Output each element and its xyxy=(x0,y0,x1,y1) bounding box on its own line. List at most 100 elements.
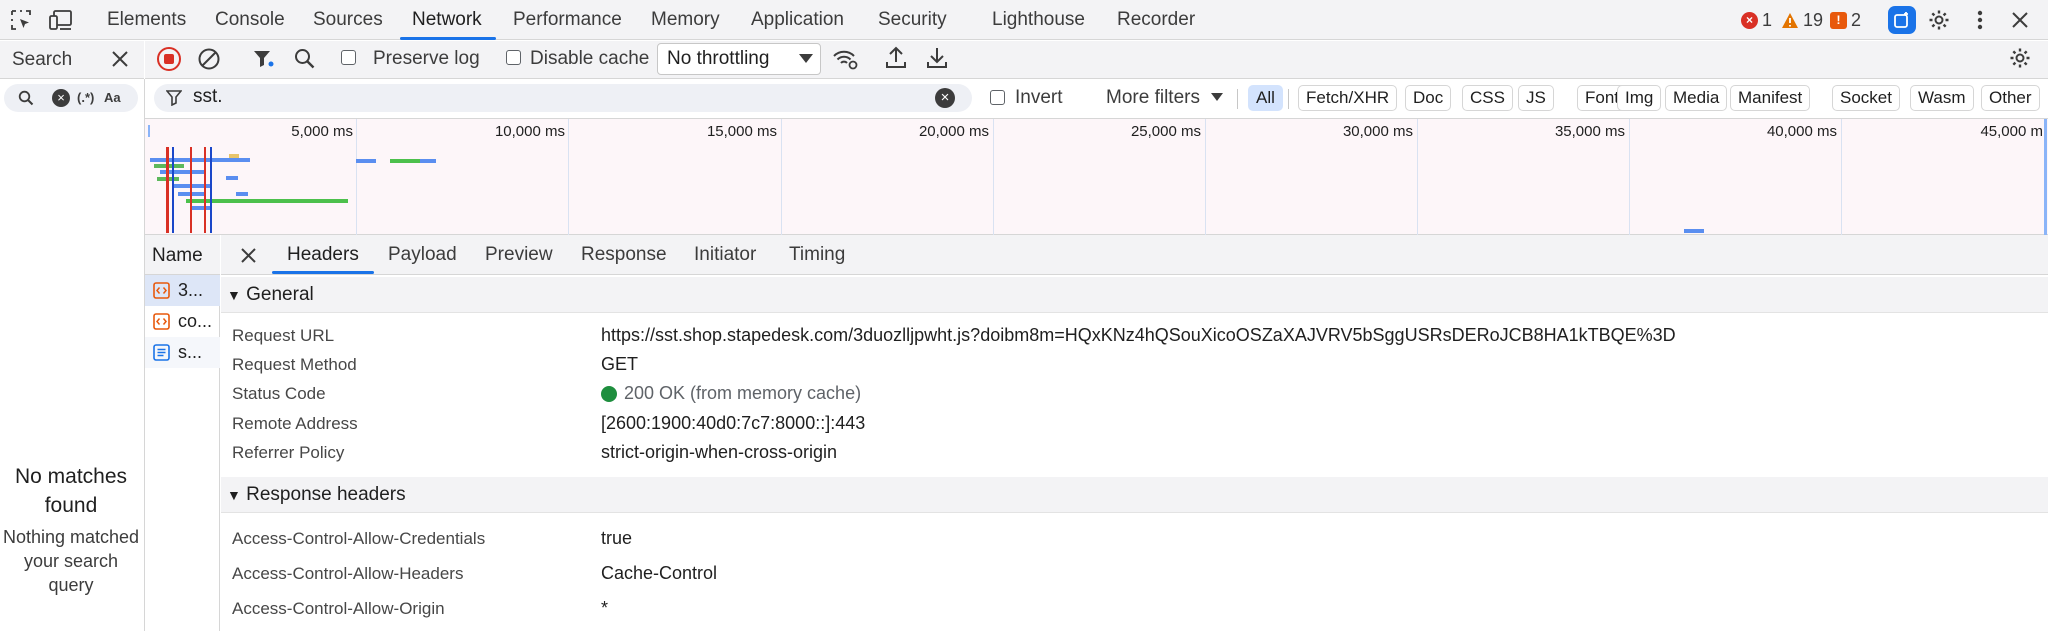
overview-bar xyxy=(192,206,210,210)
request-url-value[interactable]: https://sst.shop.stapedesk.com/3duozlljp… xyxy=(601,325,1676,346)
filter-value: sst. xyxy=(193,86,223,107)
device-toolbar-icon[interactable] xyxy=(47,6,75,34)
header-value[interactable]: true xyxy=(601,528,632,549)
referrer-policy-value[interactable]: strict-origin-when-cross-origin xyxy=(601,442,837,463)
tab-response[interactable]: Response xyxy=(581,235,667,275)
type-filter-img[interactable]: Img xyxy=(1617,85,1662,111)
type-filter-manifest[interactable]: Manifest xyxy=(1730,85,1811,111)
inspect-element-icon[interactable] xyxy=(7,6,35,34)
import-har-icon[interactable] xyxy=(885,46,907,70)
overview-bar xyxy=(150,158,250,162)
type-filter-doc[interactable]: Doc xyxy=(1405,85,1452,111)
tab-sources[interactable]: Sources xyxy=(313,0,383,40)
dom-content-loaded-marker xyxy=(172,147,174,233)
overview-bar xyxy=(178,192,206,196)
header-value[interactable]: * xyxy=(601,598,608,619)
search-network-icon[interactable] xyxy=(293,47,317,71)
tab-recorder[interactable]: Recorder xyxy=(1117,0,1195,40)
warnings-badge[interactable]: 19 xyxy=(1781,8,1823,32)
close-details-icon[interactable] xyxy=(240,247,257,264)
time-tick: 5,000 ms xyxy=(291,123,353,140)
grid-line xyxy=(781,119,782,235)
tab-headers[interactable]: Headers xyxy=(287,235,359,275)
tab-security[interactable]: Security xyxy=(878,0,947,40)
invert-label: Invert xyxy=(1015,87,1063,108)
more-filters-dropdown[interactable]: More filters xyxy=(1106,87,1200,109)
type-filter-wasm[interactable]: Wasm xyxy=(1910,85,1974,111)
tab-lighthouse[interactable]: Lighthouse xyxy=(992,0,1085,40)
grid-line xyxy=(1417,119,1418,235)
overview-bar xyxy=(226,176,238,180)
selection-handle-left[interactable] xyxy=(148,125,150,137)
script-icon xyxy=(153,282,170,299)
grid-line xyxy=(993,119,994,235)
tab-payload[interactable]: Payload xyxy=(388,235,457,275)
stop-recording-icon[interactable] xyxy=(157,47,181,71)
type-filter-socket[interactable]: Socket xyxy=(1832,85,1900,111)
chevron-down-icon xyxy=(799,54,813,63)
issues-badge[interactable]: ! 2 xyxy=(1830,8,1861,32)
overview-bar xyxy=(154,164,184,168)
time-tick: 25,000 ms xyxy=(1130,123,1201,140)
tab-preview[interactable]: Preview xyxy=(485,235,553,275)
clear-filter-icon[interactable]: × xyxy=(935,88,955,108)
match-case-toggle[interactable]: Aa xyxy=(104,90,121,105)
invert-checkbox[interactable] xyxy=(990,90,1005,105)
status-code-value[interactable]: 200 OK (from memory cache) xyxy=(624,383,861,404)
divider xyxy=(1288,89,1289,109)
settings-gear-icon[interactable] xyxy=(1925,6,1953,34)
type-filter-fetch-xhr[interactable]: Fetch/XHR xyxy=(1298,85,1398,111)
load-event-marker xyxy=(190,147,192,233)
tab-application[interactable]: Application xyxy=(751,0,844,40)
divider xyxy=(1237,89,1238,109)
network-conditions-icon[interactable] xyxy=(832,47,858,71)
type-filter-all[interactable]: All xyxy=(1248,85,1283,111)
request-row[interactable]: co... xyxy=(145,306,220,337)
ai-assistance-icon[interactable] xyxy=(1888,6,1916,34)
disable-cache-checkbox[interactable] xyxy=(506,50,521,65)
type-filter-css[interactable]: CSS xyxy=(1462,85,1513,111)
clear-search-icon[interactable]: × xyxy=(52,89,70,107)
type-filter-js[interactable]: JS xyxy=(1518,85,1554,111)
name-column-header[interactable]: Name xyxy=(152,245,203,267)
tab-initiator[interactable]: Initiator xyxy=(694,235,756,275)
network-settings-icon[interactable] xyxy=(2008,46,2032,70)
tab-timing[interactable]: Timing xyxy=(789,235,845,275)
header-key: Request Method xyxy=(232,355,357,374)
tab-elements[interactable]: Elements xyxy=(107,0,186,40)
preserve-log-checkbox[interactable] xyxy=(341,50,356,65)
type-filter-other[interactable]: Other xyxy=(1981,85,2040,111)
tab-network[interactable]: Network xyxy=(412,0,482,40)
type-filter-media[interactable]: Media xyxy=(1665,85,1728,111)
tab-performance[interactable]: Performance xyxy=(513,0,622,40)
general-section-title: General xyxy=(246,284,314,305)
errors-badge[interactable]: × 1 xyxy=(1741,8,1772,32)
search-icon xyxy=(18,90,34,106)
general-section-header[interactable]: ▼ General xyxy=(221,277,2048,313)
more-filters-chevron-icon xyxy=(1211,93,1223,101)
export-har-icon[interactable] xyxy=(926,46,948,70)
request-row[interactable]: s... xyxy=(145,337,220,368)
filter-toggle-icon[interactable] xyxy=(252,47,276,71)
filter-input[interactable] xyxy=(154,84,972,112)
search-panel-title: Search xyxy=(12,49,73,70)
clear-log-icon[interactable] xyxy=(197,47,221,71)
grid-line xyxy=(356,119,357,235)
response-headers-section-header[interactable]: ▼ Response headers xyxy=(221,477,2048,513)
request-row[interactable]: 3... xyxy=(145,275,220,306)
grid-line xyxy=(1629,119,1630,235)
time-tick: 15,000 ms xyxy=(706,123,777,140)
preserve-log-label: Preserve log xyxy=(373,48,480,69)
selection-handle-right[interactable] xyxy=(2044,119,2047,235)
warning-icon xyxy=(1781,12,1799,29)
header-value[interactable]: Cache-Control xyxy=(601,563,717,584)
close-devtools-icon[interactable] xyxy=(2006,6,2034,34)
tab-memory[interactable]: Memory xyxy=(651,0,720,40)
remote-address-value[interactable]: [2600:1900:40d0:7c7:8000::]:443 xyxy=(601,413,865,434)
request-method-value[interactable]: GET xyxy=(601,354,638,375)
close-search-icon[interactable] xyxy=(111,50,129,68)
tab-console[interactable]: Console xyxy=(215,0,285,40)
more-options-icon[interactable] xyxy=(1966,6,1994,34)
script-icon xyxy=(153,313,170,330)
regex-toggle[interactable]: (.*) xyxy=(77,90,94,105)
